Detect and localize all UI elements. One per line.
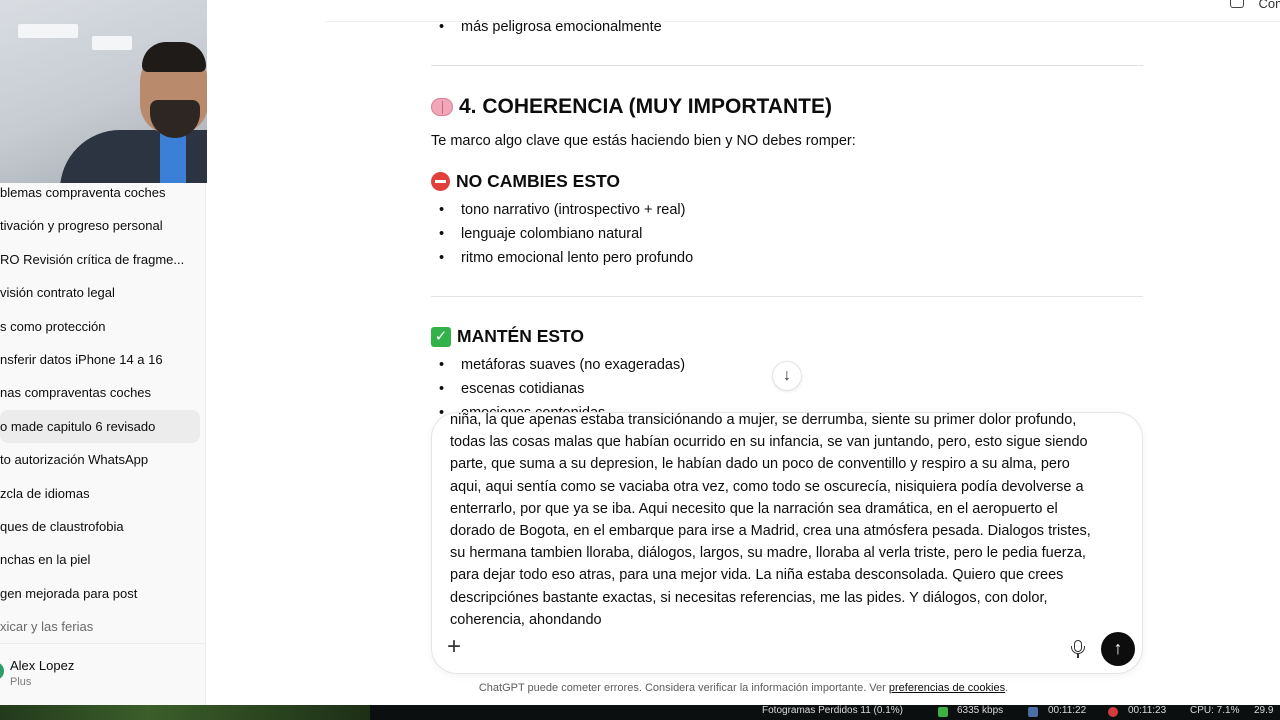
scroll-down-button[interactable]: ↓ bbox=[772, 361, 802, 391]
chat-history-item[interactable]: nchas en la piel bbox=[0, 543, 205, 576]
share-icon[interactable] bbox=[1230, 0, 1244, 8]
subsection-heading-text: MANTÉN ESTO bbox=[457, 326, 585, 346]
chat-history-item[interactable]: visión contrato legal bbox=[0, 276, 205, 309]
bitrate-stat: 6335 kbps bbox=[957, 705, 1004, 716]
chat-history-item[interactable]: tivación y progreso personal bbox=[0, 209, 205, 242]
chat-history-item[interactable]: nsferir datos iPhone 14 a 16 bbox=[0, 343, 205, 376]
subsection-heading: ✓ MANTÉN ESTO bbox=[431, 326, 584, 347]
list-item: lenguaje colombiano natural bbox=[439, 226, 642, 242]
message-composer: niña, la que apenas estaba transiciónand… bbox=[431, 412, 1143, 674]
chat-history-item[interactable]: to autorización WhatsApp bbox=[0, 443, 205, 476]
stream-icon bbox=[1028, 707, 1038, 717]
divider bbox=[431, 65, 1143, 66]
person-hair bbox=[142, 42, 206, 72]
avatar bbox=[0, 662, 4, 680]
stream-time: 00:11:22 bbox=[1048, 705, 1087, 716]
cookie-preferences-link[interactable]: preferencias de cookies bbox=[889, 682, 1005, 694]
chat-history-list: blemas compraventa coches tivación y pro… bbox=[0, 176, 205, 643]
list-item: más peligrosa emocionalmente bbox=[439, 19, 662, 35]
chat-history-item[interactable]: nas compraventas coches bbox=[0, 376, 205, 409]
attach-button[interactable]: + bbox=[447, 635, 467, 659]
cpu-stat: CPU: 7.1% bbox=[1190, 705, 1240, 716]
taskbar-wallpaper bbox=[0, 705, 370, 720]
user-menu[interactable]: Alex Lopez Plus bbox=[0, 656, 205, 696]
prompt-textarea[interactable]: niña, la que apenas estaba transiciónand… bbox=[450, 413, 1126, 631]
os-taskbar: Fotogramas Perdidos 11 (0.1%) 6335 kbps … bbox=[0, 705, 1280, 720]
paragraph: Te marco algo clave que estás haciendo b… bbox=[431, 133, 856, 149]
section-heading-text: 4. COHERENCIA (MUY IMPORTANTE) bbox=[459, 95, 832, 118]
ceiling-light bbox=[92, 36, 132, 50]
check-mark-icon: ✓ bbox=[431, 326, 451, 347]
divider bbox=[431, 296, 1143, 297]
user-name: Alex Lopez bbox=[10, 658, 75, 673]
chat-history-item[interactable]: ques de claustrofobia bbox=[0, 510, 205, 543]
top-bar-button-label[interactable]: Com bbox=[1259, 0, 1280, 11]
sidebar-divider bbox=[0, 643, 205, 644]
disclaimer-suffix: . bbox=[1005, 682, 1009, 694]
chat-history-item[interactable]: s como protección bbox=[0, 310, 205, 343]
subsection-heading-text: NO CAMBIES ESTO bbox=[456, 171, 621, 191]
subsection-heading: NO CAMBIES ESTO bbox=[431, 171, 620, 192]
list-item: tono narrativo (introspectivo + real) bbox=[439, 202, 685, 218]
chat-history-item[interactable]: zcla de idiomas bbox=[0, 477, 205, 510]
list-item: ritmo emocional lento pero profundo bbox=[439, 250, 693, 266]
chat-history-item-active[interactable]: o made capitulo 6 revisado bbox=[0, 409, 200, 444]
section-heading: 4. COHERENCIA (MUY IMPORTANTE) bbox=[431, 95, 832, 119]
fps-stat: 29.9 bbox=[1254, 705, 1274, 716]
record-time: 00:11:23 bbox=[1128, 705, 1167, 716]
record-icon bbox=[1108, 707, 1118, 717]
chat-history-item[interactable]: RO Revisión crítica de fragme... bbox=[0, 243, 205, 276]
network-icon bbox=[938, 707, 948, 717]
main-area: Com más peligrosa emocionalmente 4. COHE… bbox=[207, 0, 1280, 705]
list-item: metáforas suaves (no exageradas) bbox=[439, 357, 685, 373]
chat-history-item[interactable]: xicar y las ferias bbox=[0, 610, 205, 643]
chat-history-item[interactable]: gen mejorada para post bbox=[0, 577, 205, 610]
dropped-frames-stat: Fotogramas Perdidos 11 (0.1%) bbox=[762, 705, 903, 716]
send-button[interactable]: ↑ bbox=[1101, 632, 1135, 666]
disclaimer: ChatGPT puede cometer errores. Considera… bbox=[207, 682, 1280, 694]
microphone-icon[interactable] bbox=[1071, 640, 1085, 658]
no-entry-icon bbox=[431, 172, 450, 191]
brain-icon bbox=[431, 98, 453, 116]
ceiling-light bbox=[18, 24, 78, 38]
list-item: escenas cotidianas bbox=[439, 381, 584, 397]
disclaimer-text: ChatGPT puede cometer errores. Considera… bbox=[478, 682, 889, 694]
user-plan: Plus bbox=[10, 676, 32, 688]
